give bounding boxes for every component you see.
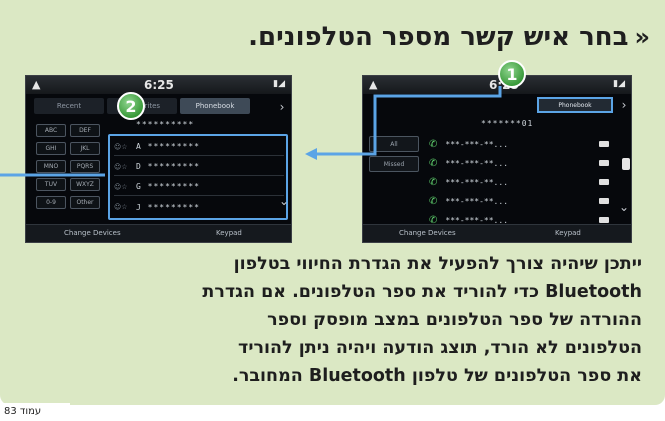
- instruction-panel: «בחר איש קשר מספר הטלפונים. ▲ 6:25 ▮◢ Re…: [0, 0, 665, 405]
- step-marker-2: 2: [117, 92, 145, 120]
- step-marker-1: 1: [498, 60, 526, 88]
- connector-line-1: [315, 86, 502, 156]
- page-number: עמוד 83: [0, 403, 70, 421]
- instruction-text: ייתכן שיהיה צורך להפעיל את הגדרת החיווי …: [80, 250, 642, 390]
- arrowhead-icon: [305, 148, 317, 160]
- instruction-line: Bluetooth כדי להוריד את ספר הטלפונים. אם…: [202, 282, 642, 302]
- instruction-line: הטלפונים לא הורד, תוצג הודעה ויהיה ניתן …: [238, 338, 642, 358]
- instruction-line: את ספר הטלפונים של טלפון Bluetooth המחוב…: [232, 366, 642, 386]
- instruction-line: ייתכן שיהיה צורך להפעיל את הגדרת החיווי …: [233, 254, 642, 274]
- instruction-line: ההורדה של ספר הטלפונים במצב מופסק וספר: [267, 310, 642, 330]
